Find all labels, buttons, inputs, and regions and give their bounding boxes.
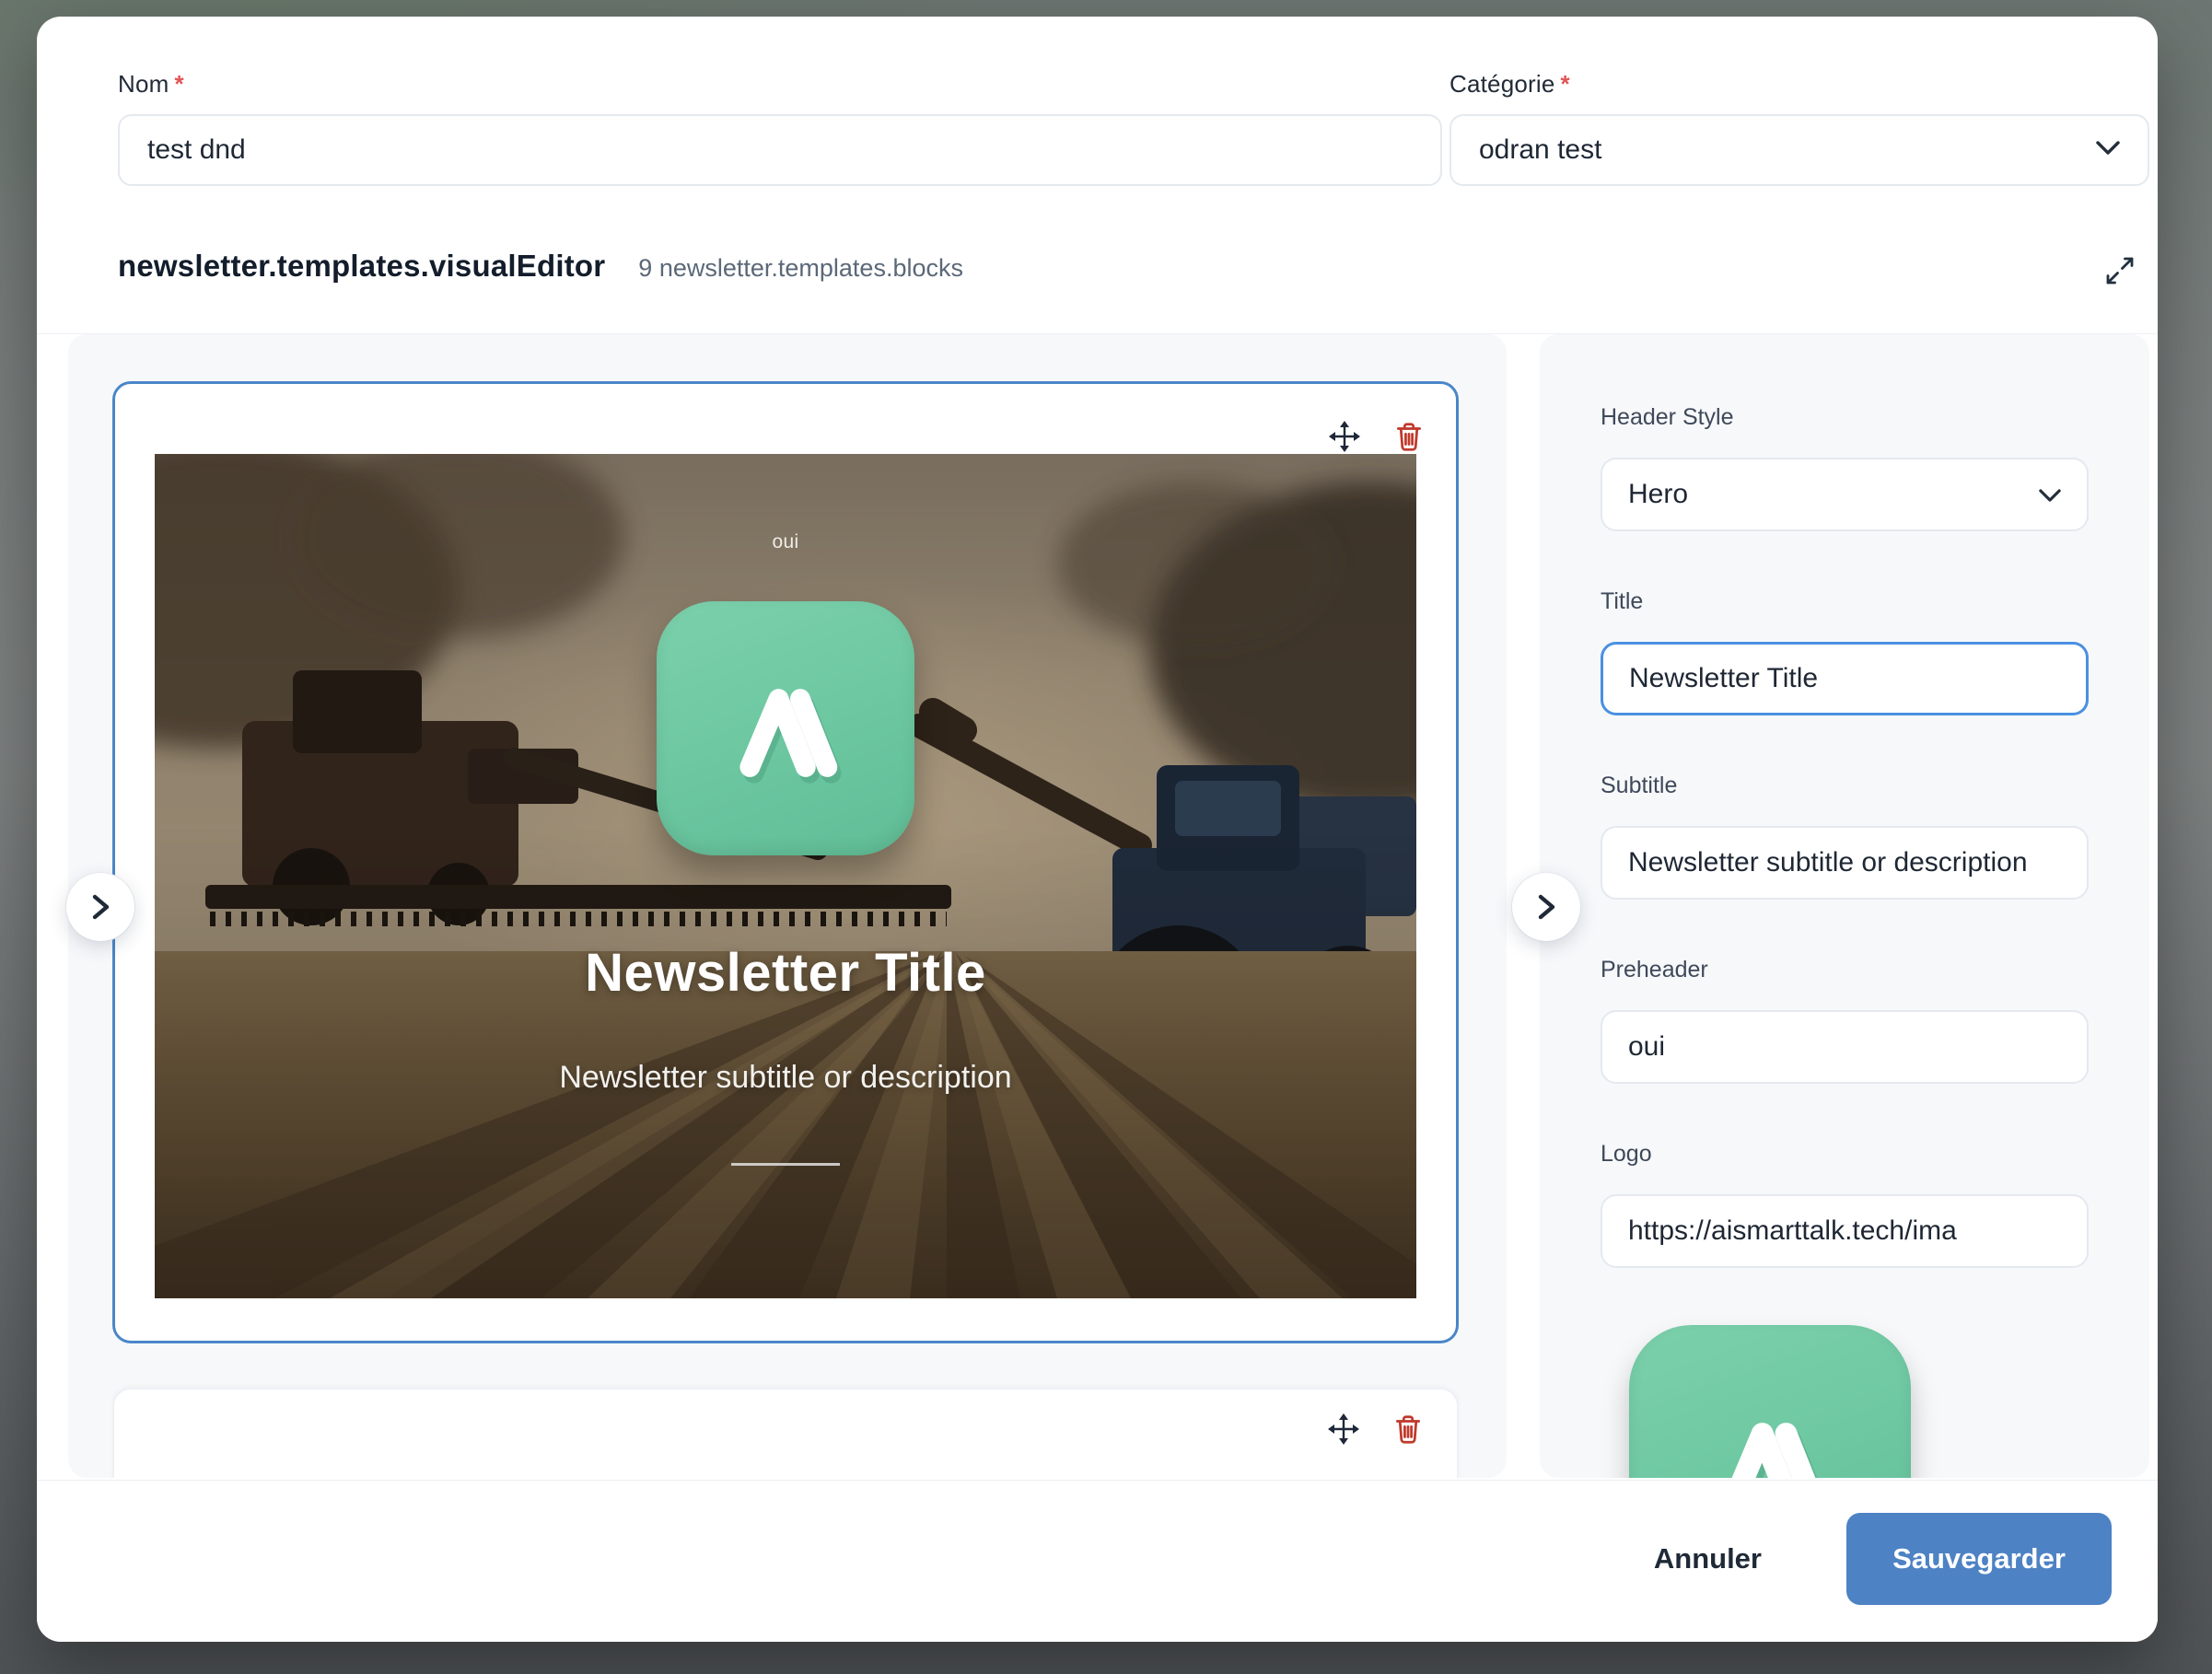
category-field-label: Catégorie* — [1449, 70, 1570, 99]
title-input[interactable] — [1601, 642, 2089, 715]
hero-preheader-text: oui — [155, 531, 1416, 553]
editor-heading: newsletter.templates.visualEditor 9 news… — [118, 249, 963, 284]
hero-subtitle-text: Newsletter subtitle or description — [155, 1060, 1416, 1096]
move-icon[interactable] — [1326, 1412, 1361, 1447]
visual-editor-canvas: oui Newsletter Title Newsletter subtitle… — [68, 334, 1507, 1478]
template-editor-dialog: Nom* Catégorie* odran test newsletter.te… — [37, 17, 2158, 1642]
name-label-text: Nom — [118, 70, 169, 98]
category-label-text: Catégorie — [1449, 70, 1555, 98]
brand-logo — [657, 601, 914, 855]
category-selected-value: odran test — [1479, 134, 2096, 166]
chevron-down-icon — [2096, 141, 2120, 160]
title-label: Title — [1601, 588, 2089, 615]
header-style-label: Header Style — [1601, 404, 2089, 431]
subtitle-input[interactable] — [1601, 826, 2089, 900]
header-style-select[interactable]: Hero — [1601, 458, 2089, 531]
logo-preview — [1629, 1325, 1911, 1478]
cancel-button[interactable]: Annuler — [1628, 1524, 1787, 1594]
chevron-down-icon — [2039, 479, 2061, 510]
required-asterisk: * — [1561, 70, 1570, 98]
category-select[interactable]: odran test — [1449, 114, 2149, 186]
hero-block[interactable]: oui Newsletter Title Newsletter subtitle… — [112, 381, 1459, 1343]
logo-label: Logo — [1601, 1141, 2089, 1168]
subtitle-label: Subtitle — [1601, 773, 2089, 799]
hero-preview-image: oui Newsletter Title Newsletter subtitle… — [155, 454, 1416, 1298]
expand-icon[interactable] — [2098, 249, 2142, 293]
preheader-input[interactable] — [1601, 1010, 2089, 1084]
preheader-label: Preheader — [1601, 957, 2089, 983]
required-asterisk: * — [175, 70, 184, 98]
visual-editor-title: newsletter.templates.visualEditor — [118, 249, 605, 284]
dialog-footer: Annuler Sauvegarder — [37, 1480, 2158, 1642]
trash-icon[interactable] — [1391, 419, 1426, 454]
hero-title-text: Newsletter Title — [155, 942, 1416, 1004]
name-input[interactable] — [118, 114, 1442, 186]
collapse-panel-chevron-right-icon[interactable] — [1512, 873, 1580, 941]
name-field-label: Nom* — [118, 70, 184, 99]
block-inspector-panel: Header Style Hero Title Subtitle Prehead… — [1540, 334, 2149, 1478]
blocks-count-text: 9 newsletter.templates.blocks — [638, 254, 963, 283]
hero-divider — [731, 1163, 840, 1166]
next-block[interactable] — [112, 1388, 1459, 1478]
collapse-left-chevron-right-icon[interactable] — [66, 873, 134, 941]
hero-dark-overlay — [155, 454, 1416, 1298]
trash-icon[interactable] — [1391, 1412, 1426, 1447]
move-icon[interactable] — [1327, 419, 1362, 454]
header-style-value: Hero — [1628, 479, 2039, 510]
save-button[interactable]: Sauvegarder — [1846, 1513, 2112, 1605]
logo-url-input[interactable] — [1601, 1194, 2089, 1268]
